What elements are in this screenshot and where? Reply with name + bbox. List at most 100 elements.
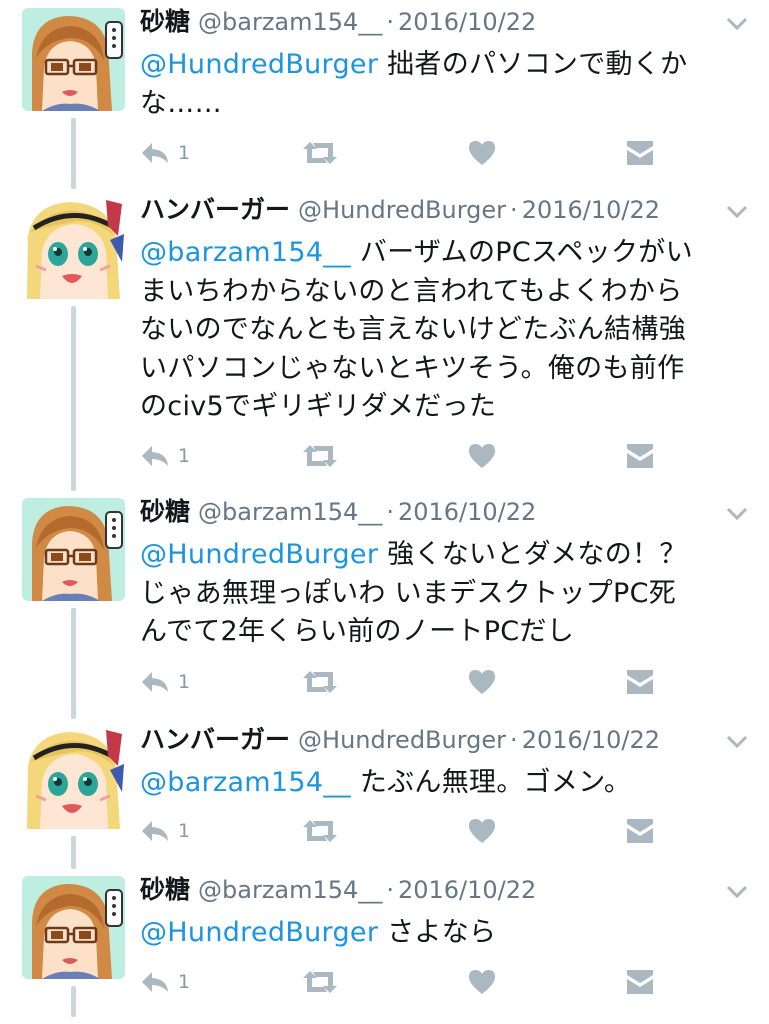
tweet-text: @barzam154__ バーザムのPCスペックがい まいちわからないのと言われて… [140,234,752,427]
tweet-text-segment: バーザムのPCスペックがい [350,237,693,268]
tweet-text-segment: たぶん無理。ゴメン。 [350,767,632,798]
display-name[interactable]: 砂糖 [140,875,190,904]
tweet-text-line: んでて2年くらい前のノートPCだし [140,613,752,652]
username-handle[interactable]: @barzam154__ [198,8,382,36]
chevron-down-icon[interactable] [726,506,748,522]
tweet-text-segment: んでて2年くらい前のノートPCだし [140,616,575,647]
tweet-actions: 1 [140,816,670,848]
timestamp[interactable]: 2016/10/22 [522,726,660,754]
avatar[interactable] [22,498,125,601]
direct-message-icon [626,140,654,166]
reply-button[interactable]: 1 [140,441,190,471]
tweet-text: @barzam154__ たぶん無理。ゴメン。 [140,764,752,803]
burger-avatar-art [22,196,125,299]
avatar[interactable] [22,8,125,111]
timestamp[interactable]: 2016/10/22 [398,8,536,36]
reply-button[interactable]: 1 [140,138,190,168]
like-button[interactable] [468,441,496,471]
display-name[interactable]: ハンバーガー [140,725,290,754]
chevron-down-icon[interactable] [726,734,748,750]
tweet-text-segment: いパソコンじゃないとキツそう。俺のも前作 [140,352,685,384]
tweet-actions: 1 [140,667,670,699]
tweet-text-line: じゃあ無理っぽいわ いまデスクトップPC死 [140,575,752,614]
direct-message-icon [626,969,654,995]
heart-icon [468,969,496,995]
tweet-text-line: @HundredBurger さよなら [140,914,752,953]
reply-button[interactable]: 1 [140,667,190,697]
direct-message-button[interactable] [626,816,654,846]
mention-link[interactable]: @HundredBurger [140,917,378,948]
heart-icon [468,669,496,695]
timestamp[interactable]: 2016/10/22 [522,196,660,224]
retweet-button[interactable] [302,816,338,846]
retweet-icon [302,818,338,844]
mention-link[interactable]: @barzam154__ [140,767,351,798]
avatar[interactable] [22,196,125,299]
direct-message-button[interactable] [626,138,654,168]
reply-button[interactable]: 1 [140,967,190,997]
separator-dot: · [510,196,518,224]
reply-count: 1 [178,142,191,164]
tweet-text-line: な…… [140,85,752,124]
reply-icon [140,819,170,843]
reply-count: 1 [178,971,191,993]
like-button[interactable] [468,667,496,697]
thread-connector-line [71,306,76,491]
tweet-text-line: @HundredBurger 強くないとダメなの！？ [140,536,752,575]
tweet-header: ハンバーガー @HundredBurger · 2016/10/22 [140,722,660,758]
display-name[interactable]: 砂糖 [140,497,190,526]
like-button[interactable] [468,138,496,168]
username-handle[interactable]: @HundredBurger [298,726,506,754]
like-button[interactable] [468,967,496,997]
conversation-thread: 砂糖 @barzam154__ · 2016/10/22 @HundredBurger… [0,0,769,1024]
avatar[interactable] [22,726,125,829]
direct-message-button[interactable] [626,967,654,997]
mention-link[interactable]: @HundredBurger [140,539,378,570]
retweet-button[interactable] [302,138,338,168]
retweet-icon [302,669,338,695]
chevron-down-icon[interactable] [726,884,748,900]
tweet-actions: 1 [140,967,670,999]
sato-avatar-art [22,8,125,111]
direct-message-button[interactable] [626,441,654,471]
reply-button[interactable]: 1 [140,816,190,846]
reply-count: 1 [178,445,191,467]
chevron-down-icon[interactable] [726,16,748,32]
tweet-text-line: @HundredBurger 拙者のパソコンで動くか [140,46,752,85]
tweet-text-line: のciv5でギリギリダメだった [140,388,752,427]
display-name[interactable]: 砂糖 [140,7,190,36]
retweet-button[interactable] [302,667,338,697]
like-button[interactable] [468,816,496,846]
tweet-text: @HundredBurger さよなら [140,914,752,953]
username-handle[interactable]: @barzam154__ [198,498,382,526]
username-handle[interactable]: @HundredBurger [298,196,506,224]
avatar[interactable] [22,876,125,979]
thread-connector-line [71,986,76,1017]
tweet-text-line: ないのでなんとも言えないけどたぶん結構強 [140,311,752,350]
direct-message-icon [626,669,654,695]
display-name[interactable]: ハンバーガー [140,195,290,224]
tweet-header: 砂糖 @barzam154__ · 2016/10/22 [140,494,536,530]
retweet-button[interactable] [302,441,338,471]
reply-icon [140,444,170,468]
reply-icon [140,141,170,165]
mention-link[interactable]: @barzam154__ [140,237,351,268]
tweet-actions: 1 [140,441,670,473]
direct-message-button[interactable] [626,667,654,697]
timestamp[interactable]: 2016/10/22 [398,876,536,904]
tweet-text-segment: ないのでなんとも言えないけどたぶん結構強 [140,314,686,345]
heart-icon [468,140,496,166]
tweet-header: ハンバーガー @HundredBurger · 2016/10/22 [140,192,660,228]
reply-icon [140,670,170,694]
retweet-button[interactable] [302,967,338,997]
retweet-icon [302,443,338,469]
tweet-text-line: @barzam154__ たぶん無理。ゴメン。 [140,764,752,803]
separator-dot: · [386,498,394,526]
thread-connector-line [71,836,76,869]
mention-link[interactable]: @HundredBurger [140,49,378,80]
tweet-text-segment: な…… [140,87,222,119]
separator-dot: · [510,726,518,754]
username-handle[interactable]: @barzam154__ [198,876,382,904]
timestamp[interactable]: 2016/10/22 [398,498,536,526]
chevron-down-icon[interactable] [726,204,748,220]
